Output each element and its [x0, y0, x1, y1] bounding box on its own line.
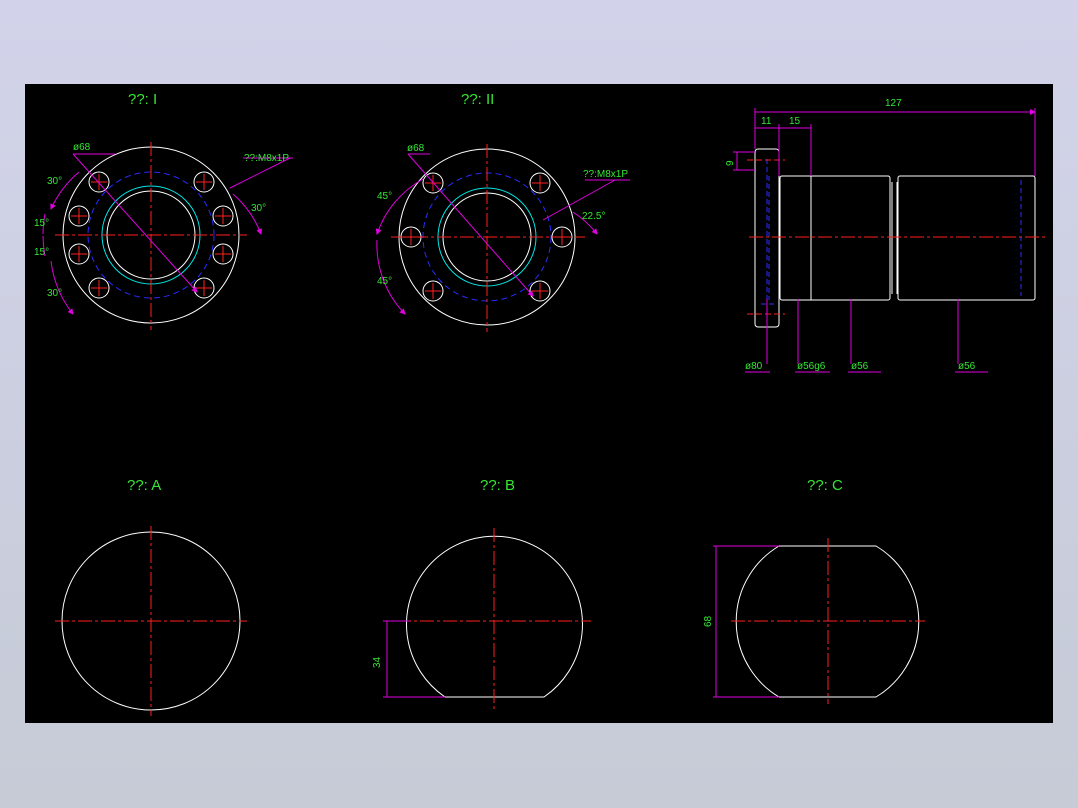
view-b-profile [406, 535, 583, 698]
centerlines [55, 142, 247, 330]
view-b-dim: 34 [372, 656, 383, 668]
view-c-dim: 68 [703, 615, 714, 627]
view-c: ??: C 68 [703, 477, 925, 704]
view-a: ??: A [55, 477, 247, 716]
body-hidden-lines [768, 176, 1022, 300]
body-section-2 [897, 175, 1036, 301]
dim-dia-flange: ø80 [745, 361, 763, 372]
view-2-angle: 45° [377, 276, 392, 287]
view-2-title: ??: II [461, 91, 494, 108]
view-1-dimensions [42, 153, 293, 315]
view-c-dimension [713, 545, 779, 698]
side-view: 127 11 15 9 ø80 ø56g6 ø56 ø56 [725, 98, 1045, 373]
view-1-angle: 30° [47, 176, 62, 187]
view-a-title: ??: A [127, 477, 161, 494]
flange-hidden-lines [761, 159, 775, 317]
body-section-1 [779, 175, 891, 301]
dim-flange-width: 11 [761, 116, 772, 127]
cad-drawing: ??: I ø68 ??:M8x1P 30° 15° 15° 30° 30° ?… [34, 91, 1045, 716]
centerlines [391, 144, 585, 332]
dim-dia-end: ø56 [958, 361, 976, 372]
centerlines [55, 526, 247, 716]
side-dimensions [733, 108, 1036, 373]
centerlines [397, 528, 591, 709]
view-2-diameter: ø68 [407, 143, 425, 154]
view-b-title: ??: B [480, 477, 515, 494]
view-2-angle: 45° [377, 191, 392, 202]
dim-small: 9 [725, 160, 736, 166]
view-1-angle: 30° [251, 203, 266, 214]
dim-dia-body: ø56g6 [797, 361, 826, 372]
view-1-angle: 30° [47, 288, 62, 299]
view-2: ??: II ø68 ??:M8x1P 45° 45° 22.5° [375, 91, 630, 332]
view-1-angle: 15° [34, 247, 49, 258]
view-1-thread: ??:M8x1P [244, 153, 289, 164]
dim-dia-mid: ø56 [851, 361, 869, 372]
view-1-title: ??: I [128, 91, 157, 108]
dim-overall-length: 127 [885, 98, 902, 109]
view-2-thread: ??:M8x1P [583, 169, 628, 180]
view-c-title: ??: C [807, 477, 843, 494]
view-1-diameter: ø68 [73, 142, 91, 153]
view-1: ??: I ø68 ??:M8x1P 30° 15° 15° 30° 30° [34, 91, 293, 330]
view-2-angle: 22.5° [582, 211, 605, 222]
cad-viewport[interactable]: ??: I ø68 ??:M8x1P 30° 15° 15° 30° 30° ?… [25, 84, 1053, 723]
view-1-angle: 15° [34, 218, 49, 229]
dim-step-width: 15 [789, 116, 801, 127]
view-b: ??: B 34 [372, 477, 591, 709]
